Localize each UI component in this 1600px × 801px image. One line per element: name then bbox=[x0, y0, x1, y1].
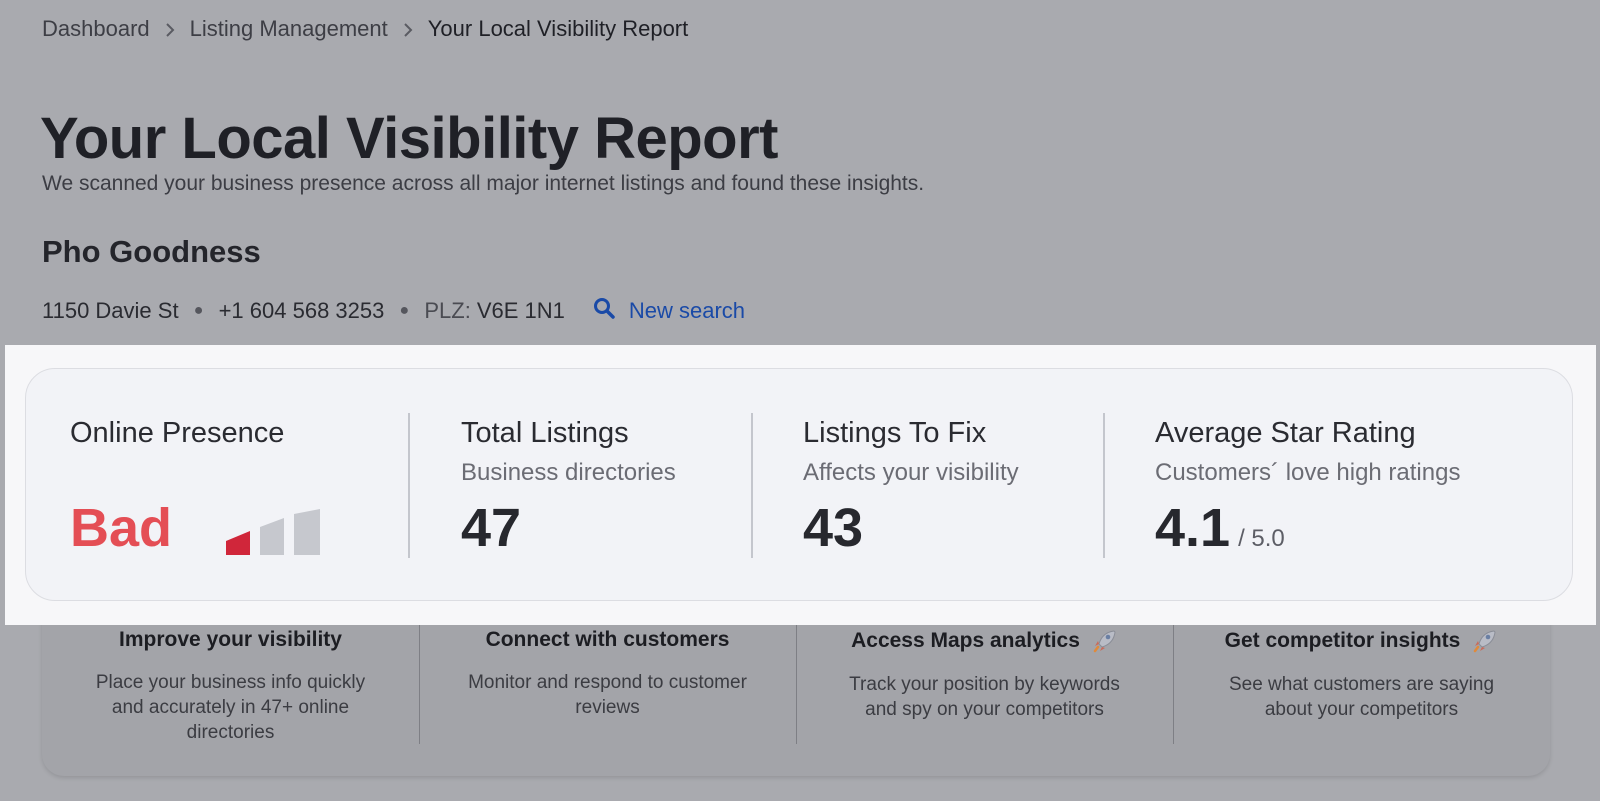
stat-value: 47 bbox=[461, 498, 522, 558]
page-subtitle: We scanned your business presence across… bbox=[42, 172, 925, 195]
stat-subtitle: Business directories bbox=[461, 459, 676, 486]
feature-competitor-insights[interactable]: Get competitor insights See what custome… bbox=[1173, 600, 1550, 776]
feature-title: Get competitor insights bbox=[1173, 628, 1550, 654]
stat-value: 43 bbox=[803, 498, 864, 558]
rocket-icon bbox=[1092, 628, 1118, 654]
new-search-label: New search bbox=[628, 298, 746, 323]
breadcrumb-dashboard[interactable]: Dashboard bbox=[42, 16, 150, 42]
stat-divider bbox=[408, 413, 410, 558]
stat-title: Listings To Fix bbox=[803, 417, 987, 449]
chevron-right-icon bbox=[150, 16, 190, 42]
feature-description: See what customers are saying about your… bbox=[1228, 674, 1495, 720]
rocket-icon bbox=[1472, 628, 1498, 654]
plz-value: V6E 1N1 bbox=[476, 298, 565, 323]
feature-title: Access Maps analytics bbox=[796, 628, 1173, 654]
feature-description: Monitor and respond to customer reviews bbox=[468, 672, 747, 718]
feature-description: Track your position by keywords and spy … bbox=[849, 674, 1120, 720]
feature-connect-customers[interactable]: Connect with customers Monitor and respo… bbox=[419, 600, 796, 776]
breadcrumb-current: Your Local Visibility Report bbox=[427, 16, 689, 41]
separator-dot: ● bbox=[399, 302, 410, 319]
stat-title: Online Presence bbox=[70, 417, 285, 449]
signal-strength-icon bbox=[226, 509, 322, 560]
rating-value: 4.1 bbox=[1155, 498, 1231, 558]
business-name: Pho Goodness bbox=[42, 234, 261, 269]
stat-total-listings: Total Listings Business directories 47 bbox=[461, 369, 761, 600]
stat-subtitle: Affects your visibility bbox=[803, 459, 1019, 486]
features-panel: Improve your visibility Place your busin… bbox=[42, 600, 1550, 776]
feature-improve-visibility[interactable]: Improve your visibility Place your busin… bbox=[42, 600, 419, 776]
stats-card: Online Presence Bad Total Listings Busin… bbox=[25, 368, 1573, 601]
feature-maps-analytics[interactable]: Access Maps analytics Track your positio… bbox=[796, 600, 1173, 776]
new-search-button[interactable]: New search bbox=[593, 297, 745, 325]
stat-title: Total Listings bbox=[461, 417, 629, 449]
search-icon bbox=[593, 297, 629, 325]
feature-title: Connect with customers bbox=[485, 628, 730, 651]
signal-bar-3 bbox=[294, 509, 320, 555]
presence-value: Bad bbox=[70, 498, 173, 558]
stat-title: Average Star Rating bbox=[1155, 417, 1416, 449]
separator-dot: ● bbox=[193, 302, 204, 319]
chevron-right-icon bbox=[388, 16, 428, 42]
plz-label: PLZ: bbox=[424, 298, 471, 323]
rating-value-group: 4.1 / 5.0 bbox=[1155, 497, 1285, 559]
stat-average-rating: Average Star Rating Customers´ love high… bbox=[1155, 369, 1545, 600]
breadcrumb: Dashboard Listing Management Your Local … bbox=[42, 16, 688, 42]
stat-divider bbox=[1103, 413, 1105, 558]
stat-divider bbox=[751, 413, 753, 558]
page-title: Your Local Visibility Report bbox=[40, 106, 779, 171]
business-details: 1150 Davie St ● +1 604 568 3253 ● PLZ: V… bbox=[42, 296, 745, 326]
signal-bar-1 bbox=[226, 531, 250, 555]
stat-listings-to-fix: Listings To Fix Affects your visibility … bbox=[803, 369, 1123, 600]
breadcrumb-listing-management[interactable]: Listing Management bbox=[190, 16, 388, 42]
business-phone: +1 604 568 3253 bbox=[218, 298, 385, 323]
business-address: 1150 Davie St bbox=[42, 298, 179, 323]
stat-online-presence: Online Presence Bad bbox=[70, 369, 400, 600]
feature-title: Improve your visibility bbox=[119, 628, 342, 651]
feature-description: Place your business info quickly and acc… bbox=[95, 672, 366, 743]
stat-subtitle: Customers´ love high ratings bbox=[1155, 459, 1461, 486]
rating-out-of: / 5.0 bbox=[1238, 525, 1285, 552]
signal-bar-2 bbox=[260, 518, 284, 555]
